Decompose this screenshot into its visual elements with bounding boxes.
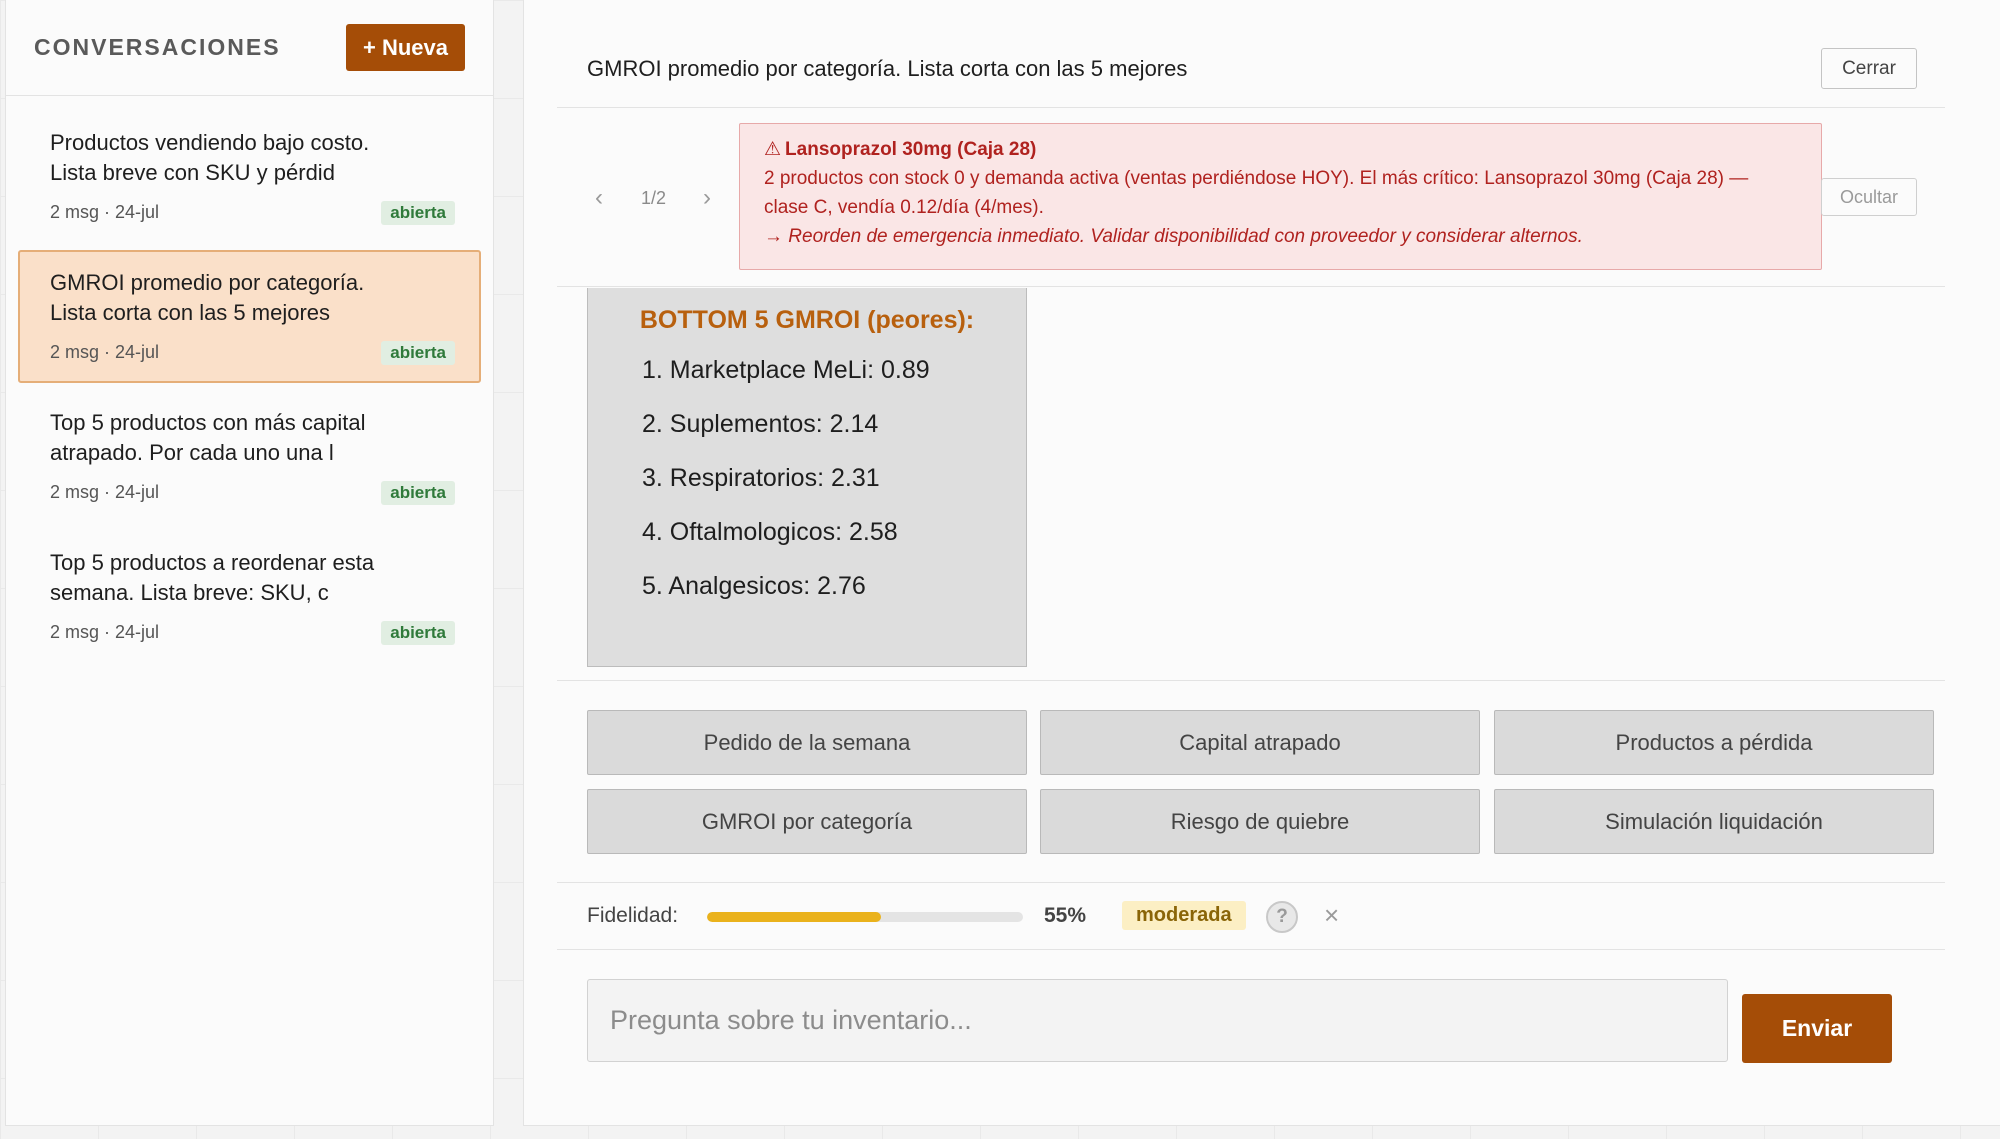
conversation-title: Top 5 productos a reordenar esta semana.… xyxy=(50,550,375,605)
conversation-meta: 2 msg · 24-jul xyxy=(50,482,160,502)
conversation-list: Productos vendiendo bajo costo. Lista br… xyxy=(6,96,493,663)
conversations-sidebar: CONVERSACIONES + Nueva Productos vendien… xyxy=(5,0,494,1126)
fidelity-percent: 55% xyxy=(1044,904,1087,927)
warning-icon: ⚠ xyxy=(764,139,782,160)
chevron-right-icon[interactable]: › xyxy=(703,184,711,212)
conversation-item[interactable]: Top 5 productos a reordenar esta semana.… xyxy=(18,530,481,663)
alert-body: 2 productos con stock 0 y demanda activa… xyxy=(764,168,1749,218)
quick-action-trapped-capital[interactable]: Capital atrapado xyxy=(1040,710,1480,775)
quick-actions: Pedido de la semana Capital atrapado Pro… xyxy=(557,682,1945,883)
conversation-meta: 2 msg · 24-jul xyxy=(50,622,160,642)
hide-alert-button[interactable]: Ocultar xyxy=(1821,178,1917,216)
list-item: 4. Oftalmologicos: 2.58 xyxy=(642,518,898,546)
conversation-title: GMROI promedio por categoría. Lista cort… xyxy=(50,270,365,325)
composer: Enviar xyxy=(557,951,1945,1101)
status-badge: abierta xyxy=(381,341,455,365)
conversation-meta: 2 msg · 24-jul xyxy=(50,202,160,222)
quick-action-gmroi-category[interactable]: GMROI por categoría xyxy=(587,789,1027,854)
sidebar-title: CONVERSACIONES xyxy=(34,34,281,60)
alert-title-text: Lansoprazol 30mg (Caja 28) xyxy=(785,139,1037,160)
status-badge: abierta xyxy=(381,481,455,505)
close-icon[interactable]: × xyxy=(1324,900,1339,931)
fidelity-progress-track xyxy=(707,912,1023,922)
fidelity-label: Fidelidad: xyxy=(587,904,679,927)
list-item: 5. Analgesicos: 2.76 xyxy=(642,572,866,600)
conversation-heading: GMROI promedio por categoría. Lista cort… xyxy=(587,56,1188,81)
chat-panel: GMROI promedio por categoría. Lista cort… xyxy=(523,0,2000,1126)
alert-carousel: ‹ 1/2 › ⚠ Lansoprazol 30mg (Caja 28) 2 pr… xyxy=(557,108,1945,287)
conversation-meta: 2 msg · 24-jul xyxy=(50,342,160,362)
fidelity-progress-fill xyxy=(707,912,881,922)
fidelity-bar: Fidelidad: 55% moderada ? × xyxy=(557,884,1945,950)
chat-header: GMROI promedio por categoría. Lista cort… xyxy=(557,0,1945,108)
quick-action-loss-products[interactable]: Productos a pérdida xyxy=(1494,710,1934,775)
conversation-item[interactable]: Productos vendiendo bajo costo. Lista br… xyxy=(18,110,481,243)
help-icon[interactable]: ? xyxy=(1266,901,1298,933)
fidelity-level-badge: moderada xyxy=(1122,901,1246,930)
conversation-title: Top 5 productos con más capital atrapado… xyxy=(50,410,366,465)
alert-action: → Reorden de emergencia inmediato. Valid… xyxy=(764,226,1583,247)
sidebar-header: CONVERSACIONES + Nueva xyxy=(6,0,493,96)
conversation-item-active[interactable]: GMROI promedio por categoría. Lista cort… xyxy=(18,250,481,383)
result-list: 1. Marketplace MeLi: 0.89 2. Suplementos… xyxy=(588,355,1026,625)
status-badge: abierta xyxy=(381,201,455,225)
list-item: 1. Marketplace MeLi: 0.89 xyxy=(642,356,930,384)
quick-action-liquidation-sim[interactable]: Simulación liquidación xyxy=(1494,789,1934,854)
assistant-response-area: BOTTOM 5 GMROI (peores): 1. Marketplace … xyxy=(557,288,1945,681)
stockout-alert: ⚠ Lansoprazol 30mg (Caja 28) 2 productos … xyxy=(739,123,1822,270)
list-item: 3. Respiratorios: 2.31 xyxy=(642,464,880,492)
status-badge: abierta xyxy=(381,621,455,645)
quick-action-stockout-risk[interactable]: Riesgo de quiebre xyxy=(1040,789,1480,854)
conversation-item[interactable]: Top 5 productos con más capital atrapado… xyxy=(18,390,481,523)
list-item: 2. Suplementos: 2.14 xyxy=(642,410,879,438)
assistant-message-card: BOTTOM 5 GMROI (peores): 1. Marketplace … xyxy=(587,288,1027,667)
question-input[interactable] xyxy=(587,979,1728,1062)
send-button[interactable]: Enviar xyxy=(1742,994,1892,1063)
result-heading: BOTTOM 5 GMROI (peores): xyxy=(639,306,975,334)
alert-pager-count: 1/2 xyxy=(641,188,667,208)
new-conversation-button[interactable]: + Nueva xyxy=(346,24,465,71)
conversation-title: Productos vendiendo bajo costo. Lista br… xyxy=(50,130,370,185)
close-button[interactable]: Cerrar xyxy=(1821,48,1917,89)
chevron-left-icon[interactable]: ‹ xyxy=(595,184,603,212)
quick-action-weekly-order[interactable]: Pedido de la semana xyxy=(587,710,1027,775)
alert-title: ⚠ Lansoprazol 30mg (Caja 28) xyxy=(764,136,1797,164)
